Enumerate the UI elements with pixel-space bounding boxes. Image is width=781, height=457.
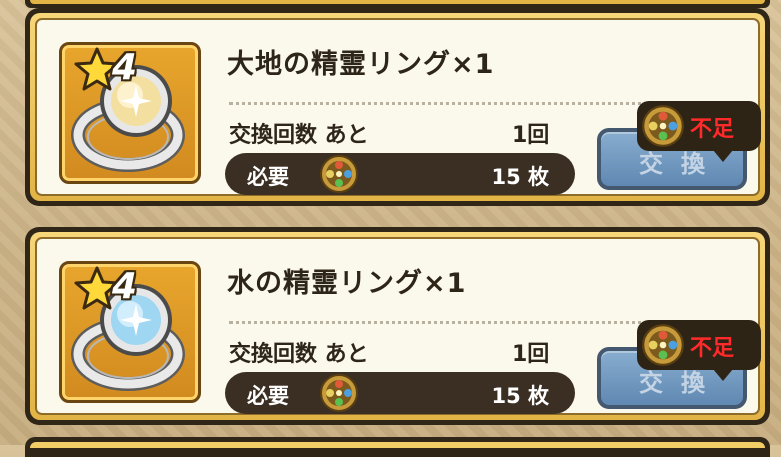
exchange-count-value: 1回 xyxy=(512,123,550,148)
exchange-count-label: 交換回数 あと xyxy=(229,342,369,367)
spirit-medal-icon xyxy=(642,105,684,147)
spirit-medal-icon xyxy=(320,155,358,193)
item-icon-frame[interactable]: 4 xyxy=(59,42,201,184)
shortage-label: 不足 xyxy=(690,336,735,361)
exchange-card-earth-ring: 4 大地の精霊リング×1 交換回数 あと 1回 必要 15 枚 交換 不足 xyxy=(25,8,770,206)
item-icon-frame[interactable]: 4 xyxy=(59,261,201,403)
exchange-count-label: 交換回数 あと xyxy=(229,123,369,148)
rarity-number: 4 xyxy=(112,47,138,88)
rarity-star-badge: 4 xyxy=(74,47,154,95)
required-label: 必要 xyxy=(247,384,289,408)
required-label: 必要 xyxy=(247,165,289,189)
rarity-star-badge: 4 xyxy=(74,266,154,314)
required-quantity: 15 枚 xyxy=(491,384,549,408)
shortage-label: 不足 xyxy=(690,117,735,142)
requirement-bar: 必要 15 枚 xyxy=(225,153,575,195)
previous-card-edge xyxy=(25,0,770,8)
shortage-badge: 不足 xyxy=(637,101,761,162)
item-title: 水の精霊リング×1 xyxy=(227,268,467,299)
required-quantity: 15 枚 xyxy=(491,165,549,189)
requirement-bar: 必要 15 枚 xyxy=(225,372,575,414)
exchange-card-water-ring: 4 水の精霊リング×1 交換回数 あと 1回 必要 15 枚 交換 不足 xyxy=(25,227,770,425)
item-title: 大地の精霊リング×1 xyxy=(227,49,495,80)
exchange-count-value: 1回 xyxy=(512,342,550,367)
spirit-medal-icon xyxy=(320,374,358,412)
spirit-medal-icon xyxy=(642,324,684,366)
rarity-number: 4 xyxy=(112,266,138,307)
shortage-badge: 不足 xyxy=(637,320,761,381)
next-card-edge xyxy=(25,437,770,457)
